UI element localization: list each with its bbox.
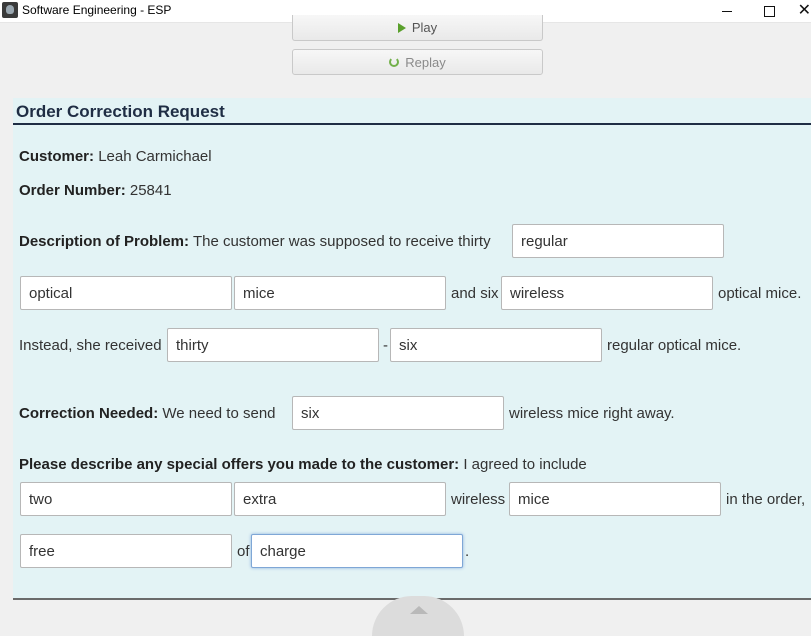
- offers-line: Please describe any special offers you m…: [19, 456, 587, 474]
- correction-line: Correction Needed: We need to send: [19, 405, 276, 423]
- minimize-button[interactable]: [707, 0, 747, 22]
- correction-tail: wireless mice right away.: [509, 405, 675, 422]
- description-label: Description of Problem:: [19, 233, 190, 250]
- replay-icon: [389, 57, 400, 67]
- of-text: of: [237, 543, 250, 560]
- play-button[interactable]: Play: [292, 15, 543, 41]
- wireless-text: wireless: [451, 491, 506, 508]
- order-number-line: Order Number: 25841: [19, 182, 172, 200]
- in-the-order-text: in the order,: [726, 491, 806, 508]
- order-number-label: Order Number:: [19, 182, 126, 199]
- title-divider: [13, 123, 811, 125]
- offers-label: Please describe any special offers you m…: [19, 456, 460, 473]
- replay-button[interactable]: Replay: [292, 49, 543, 75]
- blank-input-8[interactable]: [20, 482, 232, 516]
- blank-input-7[interactable]: [292, 396, 504, 430]
- regular-optical-mice-text: regular optical mice.: [607, 337, 742, 354]
- dash-text: -: [383, 337, 388, 354]
- description-lead: The customer was supposed to receive thi…: [192, 233, 491, 250]
- blank-input-6[interactable]: [390, 328, 602, 362]
- blank-input-12[interactable]: [251, 534, 463, 568]
- blank-input-1[interactable]: [512, 224, 724, 258]
- order-number-value: 25841: [129, 182, 172, 199]
- optical-mice-text: optical mice.: [718, 285, 802, 302]
- blank-input-5[interactable]: [167, 328, 379, 362]
- close-icon: ✕: [797, 2, 811, 19]
- blank-input-4[interactable]: [501, 276, 713, 310]
- customer-value: Leah Carmichael: [98, 148, 212, 165]
- blank-input-3[interactable]: [234, 276, 446, 310]
- customer-label: Customer:: [19, 148, 95, 165]
- window-title: Software Engineering - ESP: [22, 3, 172, 17]
- panel-title: Order Correction Request: [16, 102, 225, 121]
- minimize-icon: [722, 10, 732, 12]
- instead-text: Instead, she received: [19, 337, 162, 354]
- correction-lead: We need to send: [162, 405, 276, 422]
- scroll-up-handle[interactable]: [372, 596, 464, 636]
- blank-input-10[interactable]: [509, 482, 721, 516]
- close-button[interactable]: ✕: [791, 0, 811, 22]
- description-line: Description of Problem: The customer was…: [19, 233, 491, 251]
- offers-lead: I agreed to include: [463, 456, 587, 473]
- maximize-button[interactable]: [749, 0, 789, 22]
- and-six-text: and six: [451, 285, 499, 302]
- blank-input-9[interactable]: [234, 482, 446, 516]
- play-label: Play: [411, 20, 438, 35]
- blank-input-2[interactable]: [20, 276, 232, 310]
- blank-input-11[interactable]: [20, 534, 232, 568]
- play-icon: [397, 22, 406, 33]
- customer-line: Customer: Leah Carmichael: [19, 148, 212, 166]
- correction-label: Correction Needed:: [19, 405, 159, 422]
- period-text: .: [465, 543, 470, 560]
- app-icon: [2, 2, 18, 18]
- maximize-icon: [763, 5, 775, 17]
- replay-label: Replay: [405, 54, 446, 70]
